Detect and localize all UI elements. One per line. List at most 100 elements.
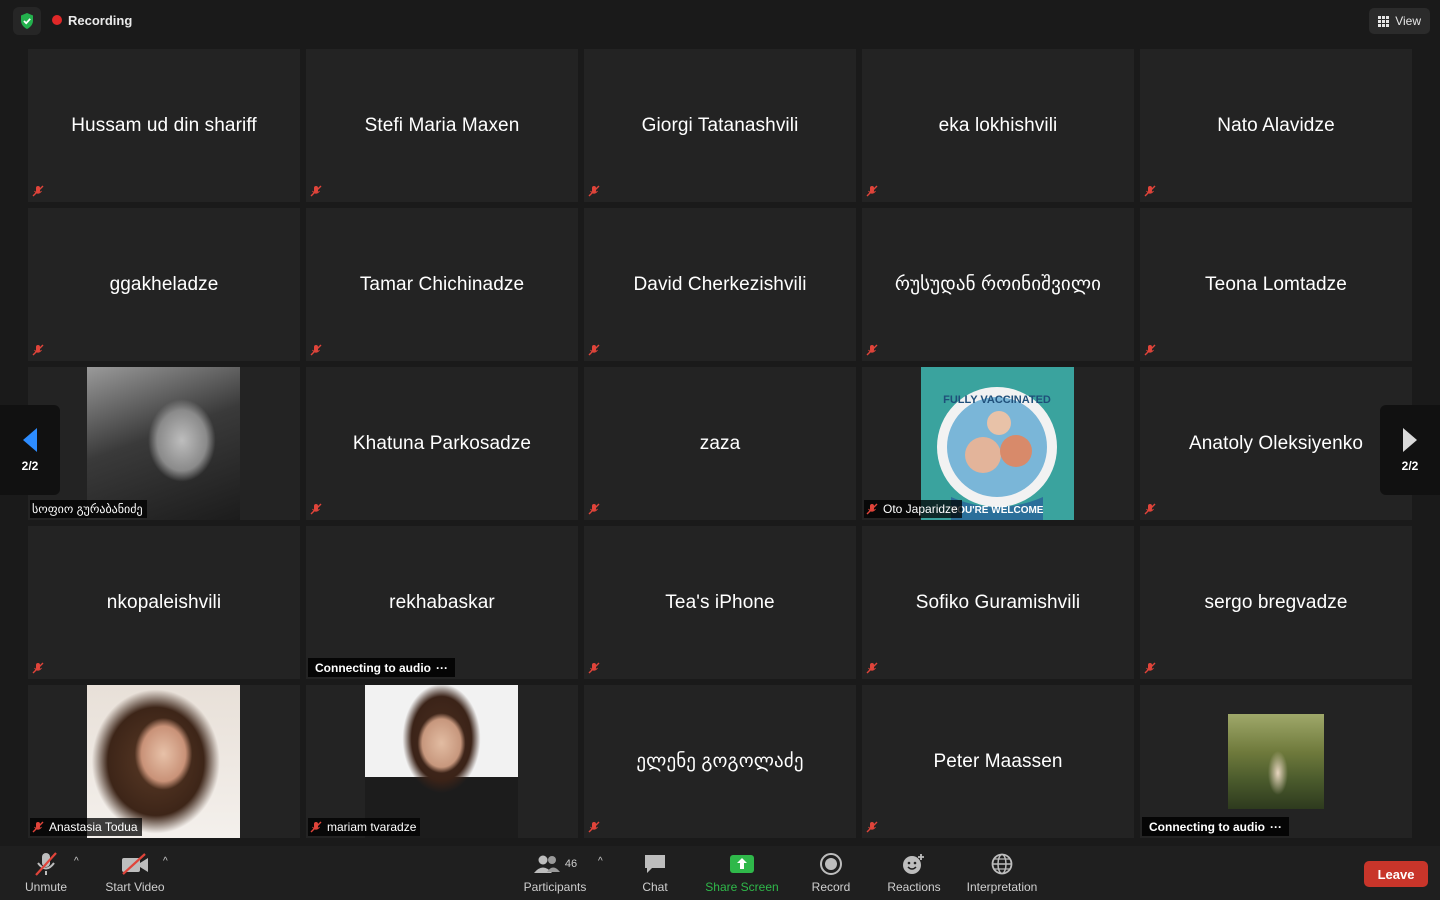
reactions-label: Reactions	[887, 880, 941, 894]
muted-mic-icon	[30, 182, 48, 200]
muted-mic-icon	[310, 821, 322, 833]
muted-mic-icon	[308, 500, 326, 518]
chevron-left-icon	[23, 428, 37, 452]
page-indicator: 2/2	[21, 459, 39, 473]
participant-tile[interactable]: სოფიო გურაბანიძე	[28, 367, 300, 520]
audio-options-caret-icon[interactable]: ^	[74, 856, 79, 867]
reactions-button[interactable]: Reactions	[883, 850, 945, 898]
muted-mic-icon	[308, 182, 326, 200]
participants-button[interactable]: 46 Participants	[518, 850, 592, 898]
chat-icon	[645, 855, 665, 873]
gallery-grid: Hussam ud din shariff Stefi Maria Maxen …	[28, 49, 1412, 838]
participant-name: Khatuna Parkosadze	[352, 432, 532, 454]
participant-name: nkopaleishvili	[106, 591, 222, 613]
participants-options-caret-icon[interactable]: ^	[598, 856, 603, 867]
share-screen-label: Share Screen	[705, 880, 779, 894]
participant-tile[interactable]: Anastasia Todua	[28, 685, 300, 838]
participant-video-photo: FULLY VACCINATED YOU'RE WELCOME	[921, 367, 1074, 520]
participant-tile[interactable]: Peter Maassen	[862, 685, 1134, 838]
connecting-audio-label: Connecting to audio	[1149, 819, 1265, 834]
participant-name: Tamar Chichinadze	[359, 273, 525, 295]
muted-mic-icon	[308, 341, 326, 359]
unmute-label: Unmute	[24, 880, 68, 894]
participant-tile[interactable]: Giorgi Tatanashvili	[584, 49, 856, 202]
muted-mic-icon	[1142, 659, 1160, 677]
participant-video-photo	[87, 685, 240, 838]
meeting-toolbar: Unmute ^ Start Video ^ 46 Participants ^…	[0, 846, 1440, 900]
participant-name: Hussam ud din shariff	[71, 114, 257, 136]
recording-indicator[interactable]: Recording	[44, 8, 142, 32]
view-button[interactable]: View	[1369, 8, 1430, 34]
participant-label: mariam tvaradze	[308, 818, 421, 836]
record-button[interactable]: Record	[808, 850, 854, 898]
grid-view-icon	[1378, 15, 1390, 27]
participant-tile[interactable]: ელენე გოგოლაძე	[584, 685, 856, 838]
participant-name: ggakheladze	[109, 273, 219, 295]
participant-tile[interactable]: Tamar Chichinadze	[306, 208, 578, 361]
muted-mic-icon	[864, 182, 882, 200]
video-options-caret-icon[interactable]: ^	[163, 856, 168, 867]
participant-tile[interactable]: David Cherkezishvili	[584, 208, 856, 361]
participant-name: Tea's iPhone	[665, 591, 775, 613]
participant-tile[interactable]: Teona Lomtadze	[1140, 208, 1412, 361]
participant-name: Anastasia Todua	[49, 820, 138, 834]
participant-name: rekhabaskar	[389, 591, 495, 613]
participant-name: Oto Japaridze	[883, 502, 958, 516]
participant-tile[interactable]: Anatoly Oleksiyenko	[1140, 367, 1412, 520]
share-screen-button[interactable]: Share Screen	[702, 850, 782, 898]
participant-name: სოფიო გურაბანიძე	[32, 502, 143, 516]
participant-tile[interactable]: Connecting to audio ···	[1140, 685, 1412, 838]
previous-page-button[interactable]: 2/2	[0, 405, 60, 495]
meeting-top-bar: Recording View	[0, 0, 1440, 44]
next-page-button[interactable]: 2/2	[1380, 405, 1440, 495]
interpretation-button[interactable]: Interpretation	[960, 850, 1044, 898]
participants-label: Participants	[523, 880, 587, 894]
participant-tile[interactable]: sergo bregvadze	[1140, 526, 1412, 679]
record-icon	[820, 853, 842, 875]
participant-tile[interactable]: Tea's iPhone	[584, 526, 856, 679]
participant-tile[interactable]: Sofiko Guramishvili	[862, 526, 1134, 679]
muted-mic-icon	[30, 341, 48, 359]
participant-tile[interactable]: ggakheladze	[28, 208, 300, 361]
participant-tile[interactable]: eka lokhishvili	[862, 49, 1134, 202]
participant-tile[interactable]: Nato Alavidze	[1140, 49, 1412, 202]
start-video-button[interactable]: Start Video	[100, 850, 170, 898]
participant-tile[interactable]: Hussam ud din shariff	[28, 49, 300, 202]
chat-button[interactable]: Chat	[636, 850, 674, 898]
connecting-audio-badge: Connecting to audio ···	[308, 658, 455, 677]
muted-mic-icon	[864, 659, 882, 677]
muted-mic-icon	[1142, 500, 1160, 518]
muted-mic-icon	[586, 341, 604, 359]
participant-tile[interactable]: rekhabaskar Connecting to audio ···	[306, 526, 578, 679]
muted-mic-icon	[35, 852, 57, 876]
participant-tile[interactable]: zaza	[584, 367, 856, 520]
muted-mic-icon	[1142, 182, 1160, 200]
participant-name: eka lokhishvili	[938, 114, 1058, 136]
record-label: Record	[811, 880, 851, 894]
participant-name: Giorgi Tatanashvili	[641, 114, 799, 136]
shield-check-icon[interactable]	[13, 7, 41, 35]
muted-mic-icon	[32, 821, 44, 833]
participant-name: ელენე გოგოლაძე	[636, 751, 804, 772]
leave-button[interactable]: Leave	[1364, 861, 1428, 887]
muted-mic-icon	[30, 659, 48, 677]
muted-mic-icon	[586, 182, 604, 200]
participant-tile[interactable]: nkopaleishvili	[28, 526, 300, 679]
participant-tile[interactable]: Khatuna Parkosadze	[306, 367, 578, 520]
participant-tile[interactable]: რუსუდან როინიშვილი	[862, 208, 1134, 361]
participant-name: Nato Alavidze	[1217, 114, 1335, 136]
muted-mic-icon	[864, 341, 882, 359]
unmute-button[interactable]: Unmute	[22, 850, 70, 898]
participant-tile[interactable]: mariam tvaradze	[306, 685, 578, 838]
participant-tile[interactable]: FULLY VACCINATED YOU'RE WELCOME Oto Japa…	[862, 367, 1134, 520]
participant-video-photo	[365, 685, 518, 838]
recording-label: Recording	[68, 12, 133, 28]
more-dots-icon: ···	[436, 660, 448, 675]
participant-name: Anatoly Oleksiyenko	[1188, 432, 1364, 454]
muted-mic-icon	[586, 500, 604, 518]
frame-text-bottom: YOU'RE WELCOME	[951, 505, 1044, 516]
participant-video-photo	[1228, 714, 1324, 809]
muted-mic-icon	[1142, 341, 1160, 359]
participant-tile[interactable]: Stefi Maria Maxen	[306, 49, 578, 202]
participants-count: 46	[564, 858, 578, 870]
